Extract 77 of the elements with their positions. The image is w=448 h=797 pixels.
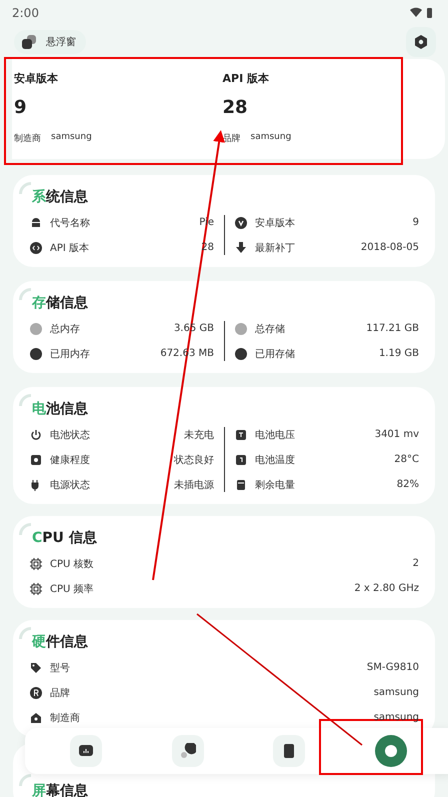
summary-label: 安卓版本 <box>14 71 59 86</box>
status-time: 2:00 <box>12 6 39 20</box>
settings-button[interactable] <box>406 27 436 57</box>
info-label: 安卓版本 <box>255 216 296 230</box>
dark-dot-icon <box>30 348 42 360</box>
nav-tab[interactable] <box>172 735 204 767</box>
light-dot-icon <box>30 322 42 334</box>
info-label: 型号 <box>50 662 71 674</box>
arc-decoration <box>19 182 31 194</box>
summary-sub-value: samsung <box>250 132 292 144</box>
chip-icon <box>30 582 42 594</box>
section-title: 电池信息 <box>32 400 88 418</box>
light-dot-icon <box>235 322 247 334</box>
info-value: 未充电 <box>184 428 214 442</box>
info-value: 9 <box>412 217 419 228</box>
house-icon <box>30 712 42 724</box>
registered-icon <box>30 686 42 698</box>
info-value: 3401 mv <box>374 429 419 440</box>
section-title: CPU 信息 <box>32 529 97 547</box>
arc-decoration <box>19 627 31 639</box>
arc-decoration <box>19 394 31 406</box>
info-label: 制造商 <box>50 712 81 724</box>
info-label: CPU 频率 <box>50 582 95 596</box>
info-value: 2 x 2.80 GHz <box>354 583 419 594</box>
info-label: 代号名称 <box>50 216 91 230</box>
info-value: 2 <box>412 558 419 569</box>
info-label: CPU 核数 <box>50 558 95 570</box>
nav-tab[interactable] <box>70 735 102 767</box>
info-label: API 版本 <box>50 242 90 254</box>
info-value: SM-G9810 <box>366 662 419 673</box>
letter-v-icon <box>235 216 247 228</box>
arc-decoration <box>19 288 31 300</box>
chip-label: 悬浮窗 <box>46 36 76 49</box>
section-title: 存储信息 <box>32 294 88 312</box>
info-label: 电池电压 <box>255 428 296 442</box>
arc-decoration <box>19 774 31 786</box>
info-value: samsung <box>374 687 419 698</box>
summary-value: 28 <box>222 97 249 118</box>
section-title: 硬件信息 <box>32 633 88 651</box>
info-label: 已用内存 <box>50 348 91 360</box>
settings-icon <box>414 35 428 49</box>
info-label: 已用存储 <box>255 348 296 360</box>
tag-icon <box>30 662 42 674</box>
info-value: 1.19 GB <box>378 348 419 359</box>
stacked-squares-icon <box>22 35 36 49</box>
info-label: 电池状态 <box>50 428 91 442</box>
nav-tab[interactable] <box>273 735 306 767</box>
info-value: 117.21 GB <box>366 323 419 334</box>
info-label: 电源状态 <box>50 478 91 492</box>
summary-sub-value: samsung <box>51 132 92 144</box>
floating-window-chip[interactable]: 悬浮窗 <box>14 30 86 54</box>
summary-sub-label: 制造商 <box>14 132 41 145</box>
dark-dot-icon <box>235 348 247 360</box>
summary-label: API 版本 <box>222 71 270 86</box>
battery-icon <box>235 478 247 490</box>
info-label: 剩余电量 <box>255 478 296 492</box>
info-label: 总内存 <box>50 322 81 336</box>
info-label: 总存储 <box>255 322 286 336</box>
wifi-battery-icon <box>410 7 434 19</box>
info-value: 状态良好 <box>174 454 214 466</box>
info-label: 最新补丁 <box>255 242 296 254</box>
info-value: 82% <box>396 479 419 490</box>
info-value: 2018-08-05 <box>360 242 419 253</box>
chip-icon <box>30 558 42 570</box>
section-title: 屏幕信息 <box>32 782 88 797</box>
download-icon <box>235 242 247 254</box>
summary-value: 9 <box>14 97 28 118</box>
arc-decoration <box>19 523 31 535</box>
power-icon <box>30 428 42 440</box>
code-icon <box>30 242 42 254</box>
section-title: 系统信息 <box>32 188 88 206</box>
info-label: 电池温度 <box>255 454 296 466</box>
chart-icon <box>78 743 94 759</box>
info-value: 未插电源 <box>174 478 214 492</box>
info-value: 28°C <box>394 454 419 465</box>
info-label: 品牌 <box>50 686 71 700</box>
info-label: 健康程度 <box>50 454 91 466</box>
